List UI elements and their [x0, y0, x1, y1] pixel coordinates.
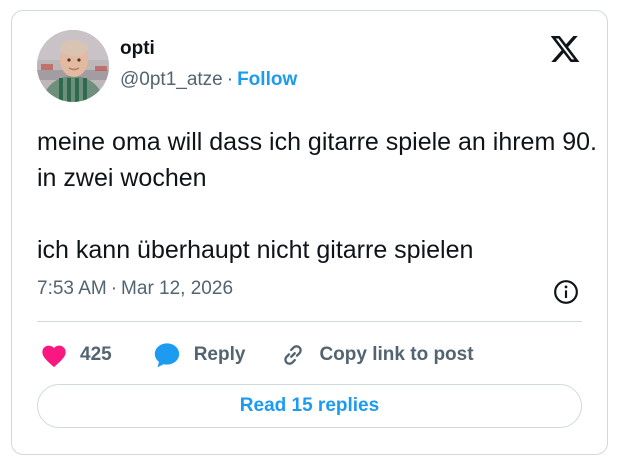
- handle-row: @0pt1_atze · Follow: [120, 68, 297, 92]
- tweet-card: opti @0pt1_atze · Follow meine oma will da…: [11, 10, 608, 455]
- reply-button[interactable]: Reply: [152, 341, 246, 369]
- info-icon[interactable]: [553, 279, 579, 305]
- author-name[interactable]: opti: [120, 37, 297, 61]
- action-bar: 425 Reply Copy link to post: [40, 340, 474, 370]
- reply-bubble-icon: [154, 343, 179, 368]
- handle-separator: ·: [226, 69, 234, 90]
- reply-label: Reply: [193, 344, 246, 365]
- x-logo-icon[interactable]: [549, 33, 581, 65]
- likes-count: 425: [80, 344, 112, 365]
- copy-link-label: Copy link to post: [319, 344, 474, 365]
- tweet-date[interactable]: Mar 12, 2026: [121, 278, 233, 299]
- link-icon: [284, 345, 303, 365]
- follow-button[interactable]: Follow: [237, 69, 297, 90]
- copy-link-button[interactable]: Copy link to post: [279, 341, 474, 369]
- author-handle[interactable]: @0pt1_atze: [120, 69, 223, 90]
- avatar[interactable]: [37, 30, 109, 102]
- divider: [37, 321, 582, 322]
- read-replies-button[interactable]: Read 15 replies: [37, 384, 582, 428]
- meta-separator: ·: [110, 278, 118, 299]
- tweet-time[interactable]: 7:53 AM: [37, 278, 107, 299]
- like-button[interactable]: 425: [40, 342, 112, 368]
- avatar-photo: [37, 30, 109, 102]
- heart-icon: [42, 345, 66, 368]
- tweet-meta: 7:53 AM · Mar 12, 2026: [37, 277, 233, 301]
- tweet-text: meine oma will dass ich gitarre spiele a…: [37, 128, 597, 264]
- author-block: opti @0pt1_atze · Follow: [120, 37, 297, 92]
